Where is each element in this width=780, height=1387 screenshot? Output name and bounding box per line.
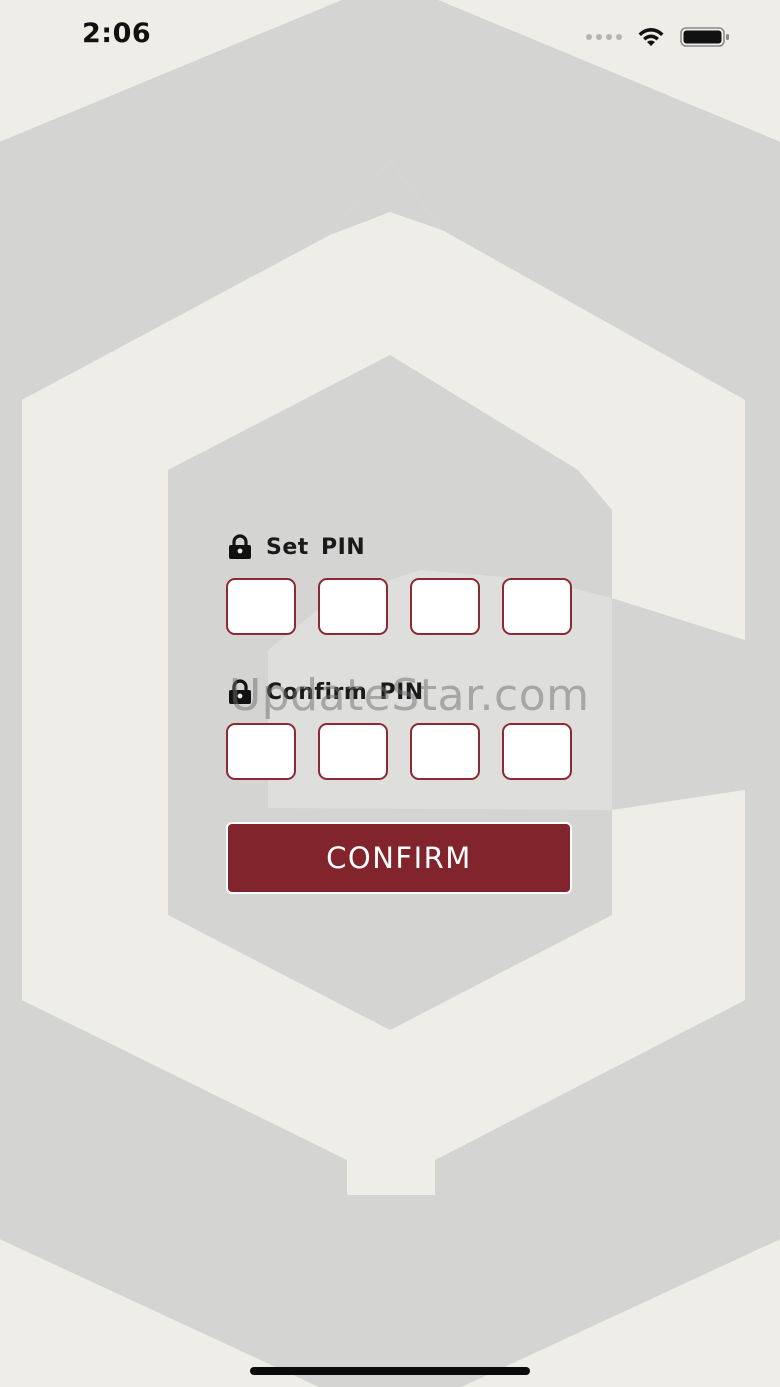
status-icons — [586, 24, 730, 50]
lock-icon — [229, 679, 251, 704]
confirm-pin-label: Confirm PIN — [266, 679, 424, 705]
confirm-pin-digit-2[interactable] — [318, 723, 388, 780]
lock-icon — [229, 534, 251, 559]
status-time: 2:06 — [82, 18, 152, 49]
set-pin-label: Set PIN — [266, 534, 366, 560]
cellular-signal-icon — [586, 34, 622, 40]
set-pin-digit-1[interactable] — [226, 578, 296, 635]
confirm-pin-label-row: Confirm PIN — [226, 675, 572, 709]
status-bar: 2:06 — [0, 0, 780, 80]
set-pin-inputs — [226, 578, 572, 635]
set-pin-digit-2[interactable] — [318, 578, 388, 635]
confirm-pin-inputs — [226, 723, 572, 780]
set-pin-label-row: Set PIN — [226, 530, 572, 564]
wifi-icon — [638, 28, 664, 46]
confirm-button[interactable]: CONFIRM — [226, 822, 572, 894]
pin-form: Set PIN Confirm PIN CONFIRM — [226, 530, 572, 894]
confirm-pin-digit-3[interactable] — [410, 723, 480, 780]
confirm-pin-digit-1[interactable] — [226, 723, 296, 780]
battery-icon — [680, 27, 729, 47]
confirm-pin-digit-4[interactable] — [502, 723, 572, 780]
home-indicator[interactable] — [250, 1367, 530, 1375]
set-pin-digit-4[interactable] — [502, 578, 572, 635]
set-pin-digit-3[interactable] — [410, 578, 480, 635]
